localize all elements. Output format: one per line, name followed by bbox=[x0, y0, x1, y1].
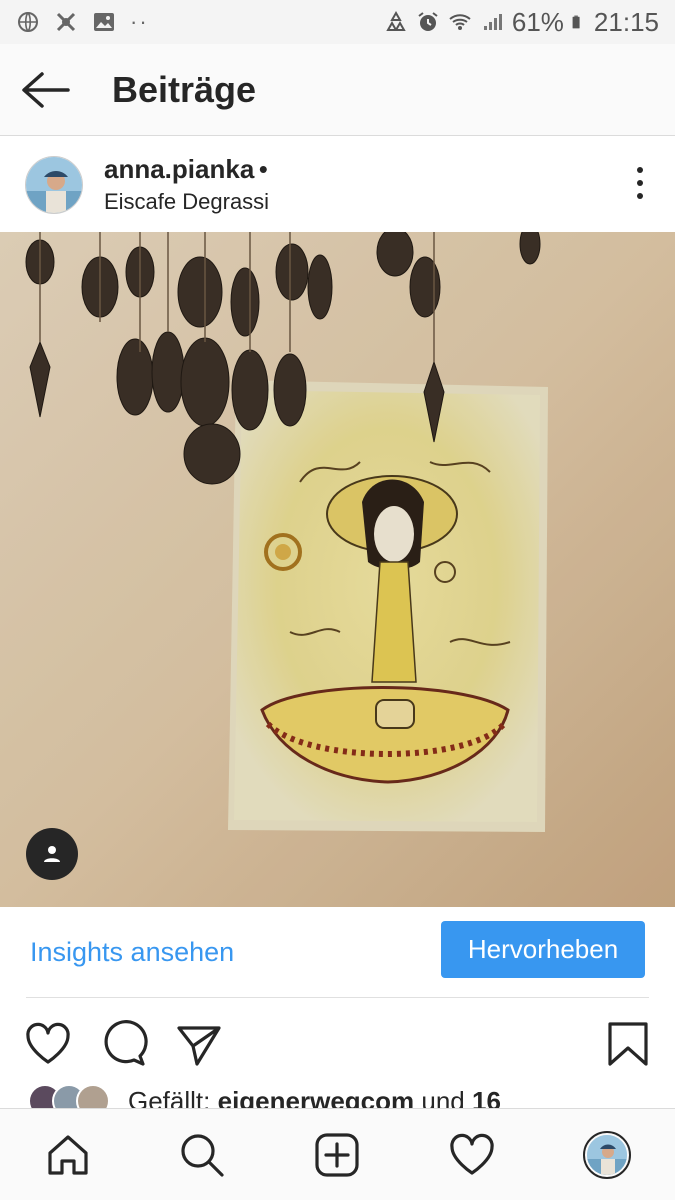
signal-icon bbox=[483, 14, 502, 30]
insights-row: Insights ansehen Hervorheben bbox=[0, 907, 675, 999]
heart-icon[interactable] bbox=[24, 1020, 72, 1068]
heart-icon[interactable] bbox=[448, 1131, 496, 1179]
location[interactable]: Eiscafe Degrassi bbox=[104, 189, 269, 215]
alarm-icon bbox=[418, 12, 438, 31]
profile-avatar[interactable] bbox=[583, 1131, 631, 1179]
search-icon[interactable] bbox=[178, 1131, 226, 1179]
view-insights-link[interactable]: Insights ansehen bbox=[30, 937, 234, 968]
username[interactable]: anna.pianka bbox=[104, 154, 254, 184]
app-header: Beiträge bbox=[0, 44, 675, 136]
image-icon bbox=[94, 13, 114, 31]
user-icon bbox=[44, 846, 60, 862]
app-notification-icon bbox=[56, 12, 76, 32]
more-notifications-indicator: ·· bbox=[130, 9, 149, 34]
battery-icon bbox=[572, 15, 580, 29]
post-actions bbox=[0, 1012, 675, 1074]
battery-percent: 61% bbox=[511, 6, 564, 37]
post-header: anna.pianka • Eiscafe Degrassi bbox=[0, 137, 675, 232]
post-photo-artwork bbox=[0, 232, 675, 907]
bottom-navigation bbox=[0, 1108, 675, 1200]
globe-icon bbox=[18, 12, 38, 32]
post-image[interactable] bbox=[0, 232, 675, 907]
add-post-icon[interactable] bbox=[313, 1131, 361, 1179]
promote-button[interactable]: Hervorheben bbox=[441, 921, 645, 978]
clock: 21:15 bbox=[593, 6, 659, 37]
bookmark-icon[interactable] bbox=[604, 1020, 652, 1068]
tagged-users-button[interactable] bbox=[26, 828, 78, 880]
username-dot: • bbox=[258, 154, 268, 184]
recycle-icon bbox=[386, 10, 406, 31]
wifi-icon bbox=[449, 14, 471, 30]
comment-icon[interactable] bbox=[100, 1020, 148, 1068]
page-title: Beiträge bbox=[112, 68, 257, 110]
avatar[interactable] bbox=[25, 155, 83, 214]
arrow-left-icon[interactable] bbox=[20, 70, 72, 110]
divider bbox=[26, 997, 649, 998]
send-icon[interactable] bbox=[175, 1020, 223, 1068]
status-bar: ·· 61% 21:15 bbox=[0, 0, 675, 44]
home-icon[interactable] bbox=[44, 1131, 92, 1179]
more-vertical-icon[interactable] bbox=[635, 167, 645, 201]
